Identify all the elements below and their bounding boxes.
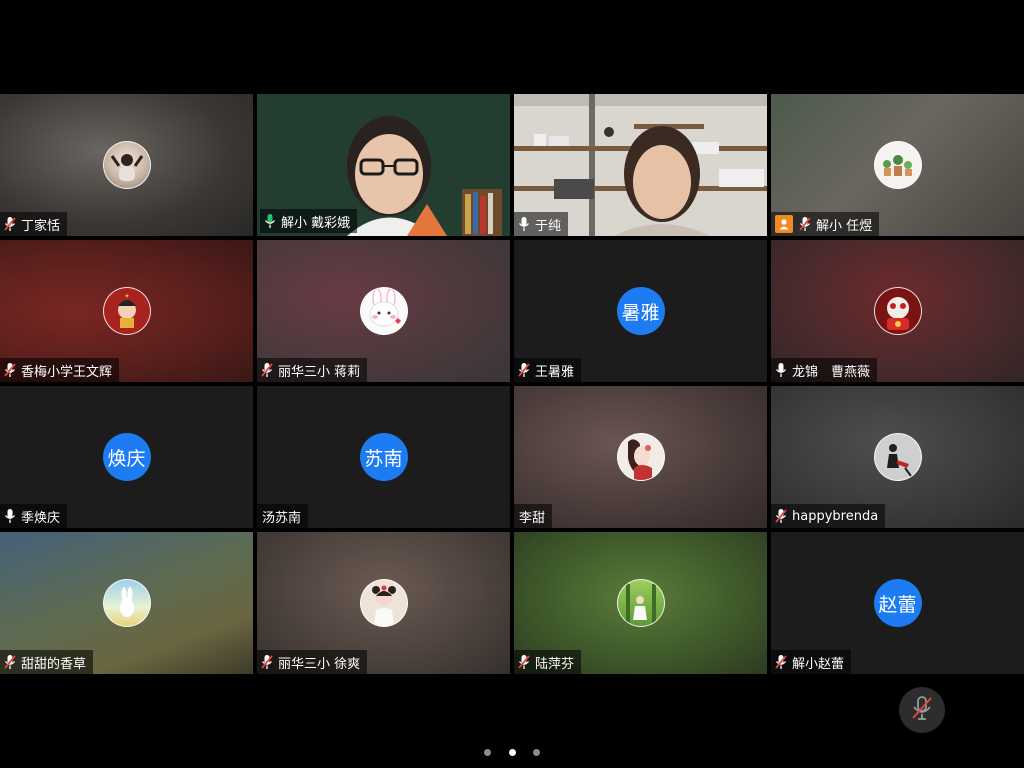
mic-muted-icon xyxy=(911,695,933,725)
participant-name: 季焕庆 xyxy=(21,510,61,526)
participant-tile[interactable]: 李甜 xyxy=(514,386,767,528)
participant-name: 丽华三小 徐爽 xyxy=(278,656,361,672)
participant-avatar xyxy=(616,433,665,481)
participant-tile[interactable]: 丽华三小 徐爽 xyxy=(257,532,510,674)
mic-muted-icon xyxy=(4,362,16,378)
participant-avatar xyxy=(359,287,408,335)
name-tag: 汤苏南 xyxy=(257,504,309,528)
mic-muted-icon xyxy=(4,216,16,232)
mic-active-icon xyxy=(4,508,16,524)
participant-name: 龙锦 曹燕薇 xyxy=(792,364,871,380)
participant-name: 汤苏南 xyxy=(262,510,302,526)
name-tag: 解小 任煜 xyxy=(771,212,880,236)
participant-tile[interactable]: 赵蕾 解小赵蕾 xyxy=(771,532,1024,674)
name-tag: 季焕庆 xyxy=(0,504,68,528)
name-tag: 解小赵蕾 xyxy=(771,650,852,674)
participant-name: 陆萍芬 xyxy=(535,656,575,672)
participant-tile[interactable]: 苏南 汤苏南 xyxy=(257,386,510,528)
participant-avatar xyxy=(102,579,151,627)
name-tag: happybrenda xyxy=(771,504,886,528)
name-tag: 丁家恬 xyxy=(0,212,68,236)
svg-text:✦: ✦ xyxy=(124,293,129,300)
name-tag: 甜甜的香草 xyxy=(0,650,94,674)
participant-tile[interactable]: 于纯 xyxy=(514,94,767,236)
participant-avatar xyxy=(873,141,922,189)
participant-tile-active-speaker[interactable]: 解小 戴彩娥 xyxy=(257,94,510,236)
participant-name: happybrenda xyxy=(792,508,879,524)
mic-active-icon xyxy=(518,216,530,232)
initials-avatar: 赵蕾 xyxy=(873,579,922,627)
name-tag: 解小 戴彩娥 xyxy=(260,209,358,233)
participant-name: 丁家恬 xyxy=(21,218,61,234)
participant-name: 丽华三小 蒋莉 xyxy=(278,364,361,380)
page-indicator xyxy=(0,741,1024,760)
name-tag: 龙锦 曹燕薇 xyxy=(771,358,878,382)
mic-active-icon xyxy=(775,362,787,378)
participant-avatar xyxy=(359,579,408,627)
host-icon xyxy=(775,215,793,233)
initials-avatar: 苏南 xyxy=(359,433,408,481)
mic-muted-icon xyxy=(799,216,811,232)
participant-name: 解小赵蕾 xyxy=(792,656,845,672)
name-tag: 丽华三小 蒋莉 xyxy=(257,358,368,382)
participant-tile[interactable]: 丁家恬 xyxy=(0,94,253,236)
mic-muted-icon xyxy=(261,654,273,670)
participant-name: 解小 戴彩娥 xyxy=(281,215,351,231)
mic-active-icon xyxy=(264,213,276,229)
participant-tile[interactable]: 龙锦 曹燕薇 xyxy=(771,240,1024,382)
mic-muted-icon xyxy=(4,654,16,670)
initials-avatar: 焕庆 xyxy=(102,433,151,481)
mic-muted-icon xyxy=(775,654,787,670)
participant-avatar: ✦ xyxy=(102,287,151,335)
name-tag: 于纯 xyxy=(514,212,569,236)
name-tag: 李甜 xyxy=(514,504,553,528)
participant-name: 香梅小学王文辉 xyxy=(21,364,113,380)
name-tag: 丽华三小 徐爽 xyxy=(257,650,368,674)
page-dot-3[interactable] xyxy=(532,749,540,756)
participant-name: 解小 任煜 xyxy=(816,218,873,234)
page-dot-2-current[interactable] xyxy=(508,749,516,756)
participant-tile[interactable]: 解小 任煜 xyxy=(771,94,1024,236)
participant-tile[interactable]: 焕庆 季焕庆 xyxy=(0,386,253,528)
name-tag: 王暑雅 xyxy=(514,358,582,382)
participant-name: 王暑雅 xyxy=(535,364,575,380)
name-tag: 香梅小学王文辉 xyxy=(0,358,120,382)
participant-tile[interactable]: ✦ 香梅小学王文辉 xyxy=(0,240,253,382)
participant-avatar xyxy=(102,141,151,189)
page-dot-1[interactable] xyxy=(484,749,492,756)
participant-tile[interactable]: 丽华三小 蒋莉 xyxy=(257,240,510,382)
participant-name: 李甜 xyxy=(519,510,546,526)
participant-tile[interactable]: 甜甜的香草 xyxy=(0,532,253,674)
participant-name: 于纯 xyxy=(535,218,562,234)
participant-avatar xyxy=(873,433,922,481)
participant-tile[interactable]: 暑雅 王暑雅 xyxy=(514,240,767,382)
mute-toggle-button[interactable] xyxy=(899,687,945,733)
video-grid: 丁家恬 解小 戴彩娥 于纯 解小 任煜 ✦ 香梅小学王文辉 丽华三小 蒋莉 暑雅… xyxy=(0,94,1024,674)
participant-name: 甜甜的香草 xyxy=(21,656,87,672)
participant-tile[interactable]: 陆萍芬 xyxy=(514,532,767,674)
name-tag: 陆萍芬 xyxy=(514,650,582,674)
mic-muted-icon xyxy=(518,362,530,378)
mic-muted-icon xyxy=(775,508,787,524)
participant-avatar xyxy=(873,287,922,335)
mic-muted-icon xyxy=(518,654,530,670)
participant-tile[interactable]: happybrenda xyxy=(771,386,1024,528)
mic-muted-icon xyxy=(261,362,273,378)
participant-avatar xyxy=(616,579,665,627)
initials-avatar: 暑雅 xyxy=(616,287,665,335)
